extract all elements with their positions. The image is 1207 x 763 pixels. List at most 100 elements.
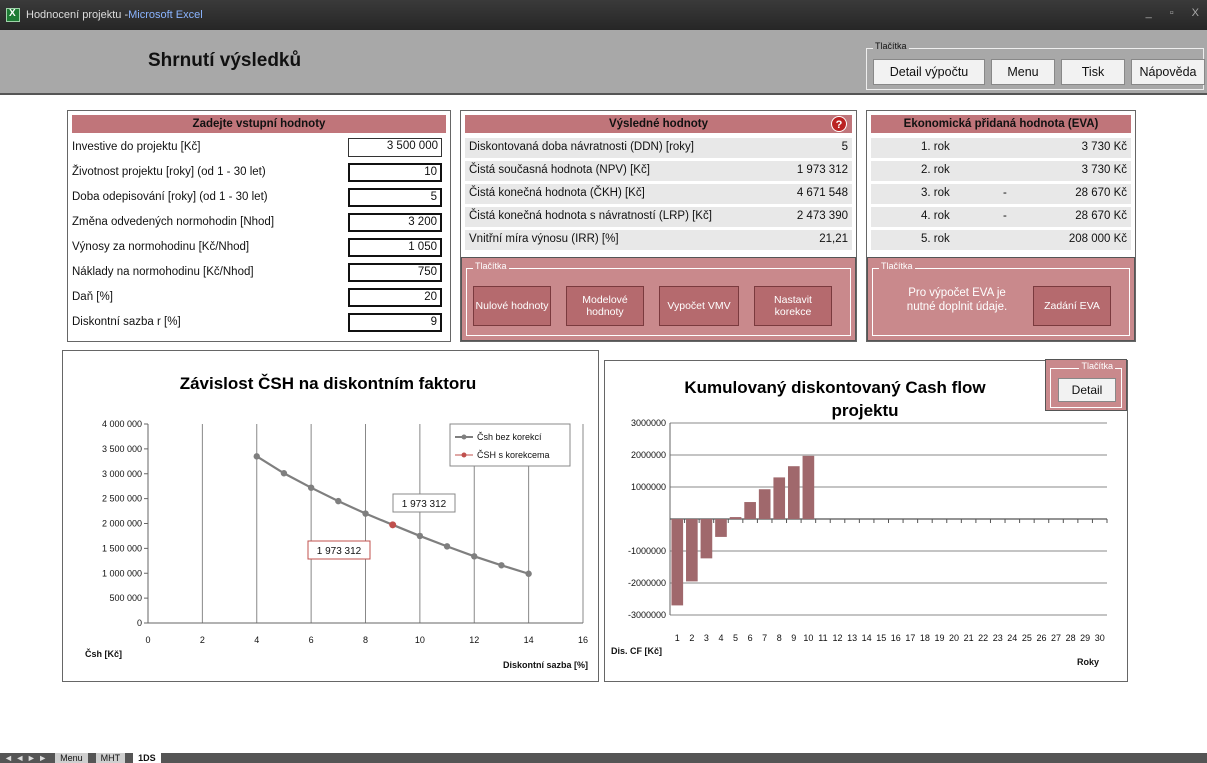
input-row: Investive do projektu [Kč] 3 500 000 — [72, 138, 442, 158]
eva-year: 2. rok — [921, 164, 950, 176]
eva-year: 1. rok — [921, 141, 950, 153]
result-value: 2 473 390 — [796, 210, 848, 222]
x-tick-label: 9 — [791, 633, 796, 643]
x-tick-label: 24 — [1007, 633, 1017, 643]
cost-per-hour-input[interactable]: 750 — [348, 263, 442, 282]
annotation-1: 1 973 312 — [392, 493, 456, 513]
x-tick-label: 7 — [762, 633, 767, 643]
x-axis-label: Roky — [1077, 657, 1099, 667]
enter-eva-button[interactable]: Zadání EVA — [1033, 286, 1111, 326]
depreciation-input[interactable]: 5 — [348, 188, 442, 207]
x-tick-label: 20 — [949, 633, 959, 643]
bar — [758, 489, 771, 519]
eva-value: 208 000 Kč — [1068, 233, 1127, 245]
window-title-doc: Hodnocení projektu - — [26, 9, 129, 21]
eva-note: Pro výpočet EVA je nutné doplnit údaje. — [906, 287, 1008, 313]
y-tick-label: 1 500 000 — [102, 543, 142, 553]
eva-row: 1. rok 3 730 Kč — [871, 138, 1131, 158]
input-row: Doba odepisování [roky] (od 1 - 30 let) 5 — [72, 188, 442, 208]
investment-input[interactable]: 3 500 000 — [348, 138, 442, 157]
x-tick-label: 2 — [689, 633, 694, 643]
result-label: Diskontovaná doba návratnosti (DDN) [rok… — [469, 141, 694, 153]
y-tick-label: 0 — [137, 618, 142, 628]
calculate-vmv-button[interactable]: Vypočet VMV — [659, 286, 739, 326]
x-tick-label: 6 — [309, 635, 314, 645]
eva-panel: Ekonomická přidaná hodnota (EVA) 1. rok 3… — [866, 110, 1136, 342]
chart-title-line2: projektu — [831, 401, 898, 420]
result-row: Čistá konečná hodnota (ČKH) [Kč] 4 671 54… — [465, 184, 852, 204]
close-icon[interactable]: X — [1192, 7, 1199, 19]
menu-button[interactable]: Menu — [991, 59, 1055, 85]
eva-row: 2. rok 3 730 Kč — [871, 161, 1131, 181]
legend-label: ČSH s korekcema — [477, 450, 550, 460]
y-tick-label: 4 000 000 — [102, 419, 142, 429]
sheet-header: Shrnutí výsledků Tlačítka Detail výpočtu… — [0, 30, 1207, 95]
x-tick-label: 15 — [876, 633, 886, 643]
input-label: Diskontní sazba r [%] — [72, 316, 181, 328]
x-tick-label: 28 — [1066, 633, 1076, 643]
x-tick-label: 12 — [833, 633, 843, 643]
y-axis-label: Čsh [Kč] — [85, 648, 122, 659]
eva-row: 4. rok - 28 670 Kč — [871, 207, 1131, 227]
cashflow-chart-panel: Kumulovaný diskontovaný Cash flow projek… — [604, 359, 1128, 682]
print-button[interactable]: Tisk — [1061, 59, 1125, 85]
lifetime-input[interactable]: 10 — [348, 163, 442, 182]
x-tick-label: 30 — [1095, 633, 1105, 643]
zero-values-button[interactable]: Nulové hodnoty — [473, 286, 551, 326]
discount-rate-input[interactable]: 9 — [348, 313, 442, 332]
page-title: Shrnutí výsledků — [148, 50, 302, 71]
input-label: Investive do projektu [Kč] — [72, 141, 201, 153]
data-point — [498, 562, 505, 569]
x-tick-label: 4 — [718, 633, 723, 643]
y-axis-label: Dis. CF [Kč] — [611, 646, 662, 656]
x-tick-label: 27 — [1051, 633, 1061, 643]
detail-button[interactable]: Detail — [1058, 378, 1116, 402]
data-point — [471, 553, 478, 560]
x-tick-label: 21 — [964, 633, 974, 643]
sheet-tabs-bar: ◄ ◄ ► ► Menu MHT 1DS — [0, 753, 1207, 763]
group-label: Tlačítka — [873, 41, 909, 51]
excel-app-icon — [6, 8, 20, 22]
tax-input[interactable]: 20 — [348, 288, 442, 307]
data-point — [443, 543, 451, 550]
chart-button-group: Tlačítka Detail — [1045, 359, 1127, 411]
window-controls: _ ▫ X — [1146, 7, 1199, 19]
help-button[interactable]: Nápověda — [1131, 59, 1205, 85]
result-row: Čistá současná hodnota (NPV) [Kč] 1 973 3… — [465, 161, 852, 181]
help-icon[interactable]: ? — [831, 116, 847, 132]
result-label: Čistá konečná hodnota s návratností (LRP… — [469, 210, 712, 222]
x-tick-label: 6 — [748, 633, 753, 643]
y-tick-label: 2 500 000 — [102, 494, 142, 504]
input-row: Diskontní sazba r [%] 9 — [72, 313, 442, 333]
input-row: Daň [%] 20 — [72, 288, 442, 308]
sheet-nav-arrows[interactable]: ◄ ◄ ► ► — [4, 753, 47, 763]
annotation-2: 1 973 312 — [307, 540, 371, 560]
data-point — [280, 470, 288, 477]
eva-heading: Ekonomická přidaná hodnota (EVA) — [871, 115, 1131, 133]
hours-change-input[interactable]: 3 200 — [348, 213, 442, 232]
eva-year: 4. rok — [921, 210, 950, 222]
set-corrections-button[interactable]: Nastavit korekce — [754, 286, 832, 326]
annotation-label: 1 973 312 — [402, 499, 447, 510]
bar — [729, 517, 742, 519]
eva-row: 3. rok - 28 670 Kč — [871, 184, 1131, 204]
window-title-app: Microsoft Excel — [128, 9, 203, 21]
minimize-icon[interactable]: _ — [1146, 7, 1152, 19]
revenue-per-hour-input[interactable]: 1 050 — [348, 238, 442, 257]
eva-sign: - — [1003, 187, 1007, 199]
input-row: Výnosy za normohodinu [Kč/Nhod] 1 050 — [72, 238, 442, 258]
restore-icon[interactable]: ▫ — [1170, 7, 1174, 19]
sheet-tab-1ds[interactable]: 1DS — [133, 753, 161, 763]
sheet-tab-menu[interactable]: Menu — [55, 753, 88, 763]
sheet-tab-mht[interactable]: MHT — [95, 753, 126, 763]
group-label: Tlačítka — [473, 261, 509, 271]
bar — [671, 519, 684, 606]
detail-calculation-button[interactable]: Detail výpočtu — [873, 59, 985, 85]
y-tick-label: 2 000 000 — [102, 519, 142, 529]
data-point — [362, 510, 369, 517]
y-tick-label: -1000000 — [628, 546, 666, 556]
chart-title-line1: Kumulovaný diskontovaný Cash flow — [684, 378, 986, 397]
data-point — [525, 570, 532, 577]
data-point-corrected — [389, 521, 397, 529]
model-values-button[interactable]: Modelové hodnoty — [566, 286, 644, 326]
